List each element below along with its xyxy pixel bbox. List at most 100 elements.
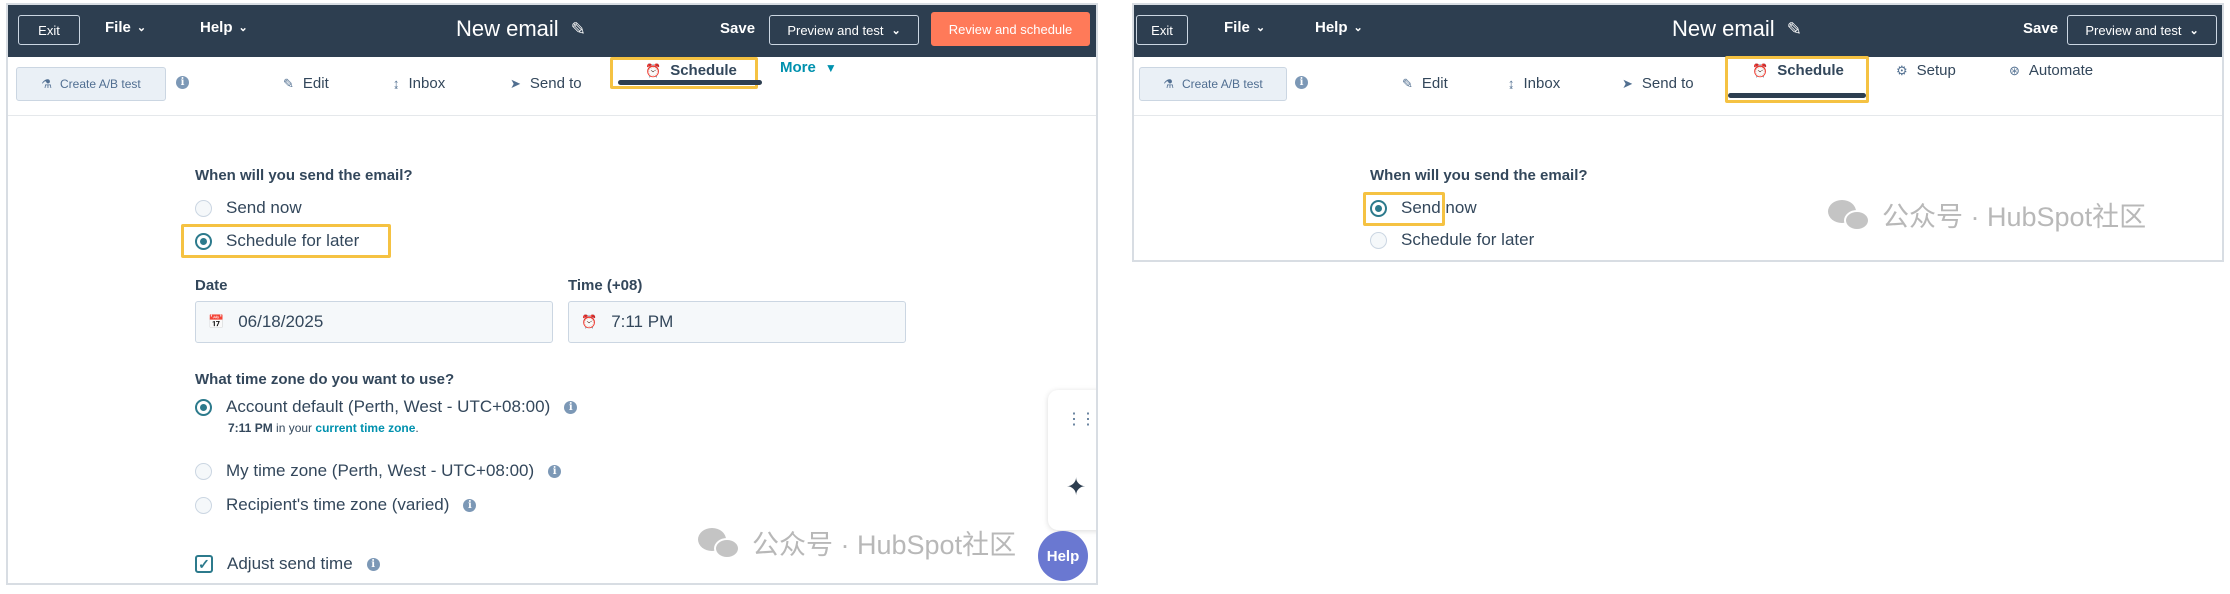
wechat-icon	[698, 526, 742, 560]
email-title-text: New email	[456, 16, 559, 41]
tz-note-time: 7:11 PM	[228, 421, 273, 435]
calendar-icon: 📅	[208, 314, 225, 329]
tz-account-label: Account default (Perth, West - UTC+08:00…	[226, 397, 551, 416]
info-icon[interactable]: i	[366, 557, 380, 571]
radio-send-now[interactable]: Send now	[1370, 198, 1477, 218]
current-time-zone-link[interactable]: current time zone	[315, 421, 415, 435]
help-menu-label: Help	[200, 19, 233, 36]
chevron-down-icon: ⌄	[238, 22, 248, 34]
info-icon[interactable]: i	[1295, 76, 1308, 89]
tab-edit[interactable]: ✎ Edit	[1402, 75, 1448, 92]
tab-schedule[interactable]: ⏰ Schedule	[1752, 62, 1844, 79]
tab-inbox-label: Inbox	[408, 75, 446, 92]
send-icon: ➤	[510, 75, 521, 91]
tz-mine-label: My time zone (Perth, West - UTC+08:00)	[226, 461, 535, 480]
preview-and-test-button[interactable]: Preview and test ⌄	[2067, 15, 2217, 45]
info-icon[interactable]: i	[176, 76, 189, 89]
tz-recipient-label: Recipient's time zone (varied)	[226, 495, 450, 514]
tab-schedule[interactable]: ⏰ Schedule	[645, 62, 737, 79]
radio-send-now[interactable]: Send now	[195, 198, 302, 218]
help-button[interactable]: Help	[1038, 531, 1088, 581]
send-icon: ➤	[1622, 75, 1633, 91]
wechat-watermark: 公众号 · HubSpot社区	[698, 523, 1016, 562]
radio-button[interactable]	[195, 462, 212, 480]
radio-button[interactable]	[1370, 231, 1387, 249]
file-menu-label: File	[1224, 19, 1250, 36]
editor-toolbar: ⚗ Create A/B test i ✎ Edit ↨ Inbox ➤ Sen…	[8, 57, 1096, 116]
wechat-watermark: 公众号 · HubSpot社区	[1828, 195, 2146, 234]
radio-button[interactable]	[195, 232, 212, 250]
tab-inbox-label: Inbox	[1523, 75, 1561, 92]
radio-tz-recipient[interactable]: Recipient's time zone (varied) i	[195, 495, 477, 515]
email-title[interactable]: New email ✎	[456, 16, 586, 42]
checkmark-icon[interactable]: ✓	[195, 555, 213, 573]
date-input[interactable]: 📅 06/18/2025	[195, 301, 553, 343]
save-button[interactable]: Save	[2023, 20, 2058, 37]
date-label: Date	[195, 277, 228, 294]
email-title[interactable]: New email ✎	[1672, 16, 1802, 42]
review-and-schedule-button[interactable]: Review and schedule	[931, 12, 1090, 46]
tab-schedule-label: Schedule	[670, 62, 737, 79]
gear-icon: ⚙	[1896, 62, 1908, 78]
tab-edit[interactable]: ✎ Edit	[283, 75, 329, 92]
tab-more[interactable]: More ▼	[780, 59, 837, 76]
preview-and-test-label: Preview and test	[787, 22, 884, 38]
help-menu[interactable]: Help ⌄	[200, 19, 248, 36]
file-menu[interactable]: File ⌄	[1224, 19, 1265, 36]
sparkle-icon[interactable]: ✦	[1066, 473, 1086, 502]
pencil-icon[interactable]: ✎	[1787, 19, 1802, 40]
tab-inbox[interactable]: ↨ Inbox	[1508, 75, 1560, 92]
preview-and-test-button[interactable]: Preview and test ⌄	[769, 15, 919, 45]
top-nav-bar: Exit File ⌄ Help ⌄ New email ✎ Save Prev…	[1134, 5, 2222, 57]
pencil-icon: ✎	[283, 75, 294, 91]
tz-note-end: .	[415, 421, 419, 435]
right-screenshot-panel: Exit File ⌄ Help ⌄ New email ✎ Save Prev…	[1132, 3, 2224, 262]
tab-send-to-label: Send to	[529, 75, 582, 92]
alarm-clock-icon: ⏰	[1752, 62, 1769, 78]
workflow-icon: ⊛	[2009, 62, 2020, 78]
create-ab-test-button[interactable]: ⚗ Create A/B test	[16, 67, 166, 101]
create-ab-test-label: Create A/B test	[60, 77, 141, 91]
left-screenshot-panel: Exit File ⌄ Help ⌄ New email ✎ Save Prev…	[6, 3, 1098, 585]
create-ab-test-button[interactable]: ⚗ Create A/B test	[1139, 67, 1287, 101]
time-input[interactable]: ⏰ 7:11 PM	[568, 301, 906, 343]
info-icon[interactable]: i	[463, 498, 477, 512]
tab-inbox[interactable]: ↨ Inbox	[393, 75, 445, 92]
file-menu-label: File	[105, 19, 131, 36]
tab-automate-label: Automate	[2028, 62, 2094, 79]
tab-more-label: More	[780, 59, 816, 76]
adjust-send-time-checkbox[interactable]: ✓ Adjust send time i	[195, 554, 380, 574]
exit-button[interactable]: Exit	[18, 15, 80, 45]
radio-schedule-for-later[interactable]: Schedule for later	[1370, 230, 1534, 250]
grid-icon[interactable]: ⋮⋮⋮⋮	[1066, 409, 1096, 429]
tab-setup[interactable]: ⚙ Setup	[1896, 62, 1956, 79]
radio-button[interactable]	[195, 199, 212, 217]
time-value: 7:11 PM	[611, 312, 674, 331]
top-nav-bar: Exit File ⌄ Help ⌄ New email ✎ Save Prev…	[8, 5, 1096, 57]
send-now-label: Send now	[226, 198, 302, 217]
radio-button[interactable]	[195, 496, 212, 514]
tab-send-to[interactable]: ➤ Send to	[510, 75, 582, 92]
send-time-question: When will you send the email?	[195, 167, 413, 184]
alarm-clock-icon: ⏰	[581, 314, 598, 329]
radio-tz-my-time-zone[interactable]: My time zone (Perth, West - UTC+08:00) i	[195, 461, 562, 481]
radio-button[interactable]	[195, 398, 212, 416]
tab-automate[interactable]: ⊛ Automate	[2009, 62, 2093, 79]
help-menu[interactable]: Help ⌄	[1315, 19, 1363, 36]
date-value: 06/18/2025	[238, 312, 324, 331]
active-tab-underline	[618, 80, 762, 85]
exit-button[interactable]: Exit	[1136, 15, 1188, 45]
radio-button[interactable]	[1370, 199, 1387, 217]
pencil-icon[interactable]: ✎	[571, 19, 586, 40]
info-icon[interactable]: i	[548, 464, 562, 478]
info-icon[interactable]: i	[564, 400, 578, 414]
send-time-question: When will you send the email?	[1370, 167, 1588, 184]
editor-toolbar: ⚗ Create A/B test i ✎ Edit ↨ Inbox ➤ Sen…	[1134, 56, 2222, 116]
file-menu[interactable]: File ⌄	[105, 19, 146, 36]
chevron-down-icon: ⌄	[1353, 22, 1363, 34]
save-button[interactable]: Save	[720, 20, 755, 37]
send-now-label: Send now	[1401, 198, 1477, 217]
radio-tz-account-default[interactable]: Account default (Perth, West - UTC+08:00…	[195, 397, 578, 417]
radio-schedule-for-later[interactable]: Schedule for later	[195, 231, 359, 251]
tab-send-to[interactable]: ➤ Send to	[1622, 75, 1694, 92]
